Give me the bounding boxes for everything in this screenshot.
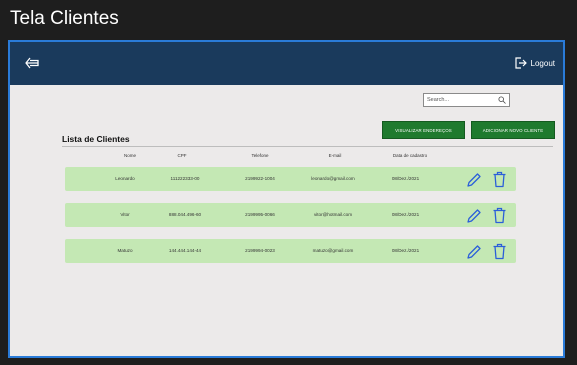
cell-telefone: 2199994-0023 (245, 248, 275, 253)
cell-email: vitor@hotmail.com (313, 212, 353, 217)
column-header-nome: Nome (123, 153, 136, 158)
app-frame: Logout VISUALIZAR ENDEREÇOS ADICIONAR NO… (8, 40, 565, 358)
cell-email: leonardo@gmail.com (311, 176, 355, 181)
window-title: Tela Clientes (10, 8, 119, 29)
trash-icon[interactable] (492, 171, 507, 188)
cell-data: 08/Dez./2021 (391, 248, 420, 253)
column-header-data: Data de cadastro (392, 153, 428, 158)
cell-telefone: 2199922-1004 (245, 176, 275, 181)
view-addresses-button[interactable]: VISUALIZAR ENDEREÇOS (382, 121, 465, 139)
cell-nome: Vitor (120, 212, 130, 217)
top-bar: Logout (10, 42, 563, 85)
cell-telefone: 2199995-0066 (245, 212, 275, 217)
arrow-left-icon[interactable] (24, 55, 40, 71)
pencil-icon[interactable] (466, 172, 482, 188)
table-row: Leonardo 111222333-00 2199922-1004 leona… (65, 167, 516, 191)
cell-data: 08/Dez./2021 (391, 212, 420, 217)
logout-label: Logout (530, 58, 555, 68)
cell-cpf: 111222333-00 (170, 176, 200, 181)
cell-email: matuzo@gmail.com (312, 248, 354, 253)
column-header-telefone: Telefone (251, 153, 269, 158)
logout-icon (514, 57, 527, 69)
column-header-cpf: CPF (177, 153, 187, 158)
pencil-icon[interactable] (466, 208, 482, 224)
column-header-email: E-mail (328, 153, 342, 158)
pencil-icon[interactable] (466, 244, 482, 260)
trash-icon[interactable] (492, 207, 507, 224)
cell-data: 08/Dez./2021 (391, 176, 420, 181)
table-row: Vitor 888.044.496-60 2199995-0066 vitor@… (65, 203, 516, 227)
logout-button[interactable]: Logout (513, 55, 555, 71)
cell-nome: Leonardo (115, 176, 135, 181)
trash-icon[interactable] (492, 243, 507, 260)
cell-cpf: 144.444.144-44 (168, 248, 202, 253)
cell-cpf: 888.044.496-60 (168, 212, 202, 217)
search-input[interactable] (424, 94, 499, 106)
search-icon[interactable] (498, 96, 506, 104)
list-title: Lista de Clientes (62, 134, 130, 144)
add-client-button[interactable]: ADICIONAR NOVO CLIENTE (471, 121, 555, 139)
search-box (423, 93, 510, 107)
divider (62, 146, 553, 147)
cell-nome: Matuzo (117, 248, 133, 253)
table-row: Matuzo 144.444.144-44 2199994-0023 matuz… (65, 239, 516, 263)
